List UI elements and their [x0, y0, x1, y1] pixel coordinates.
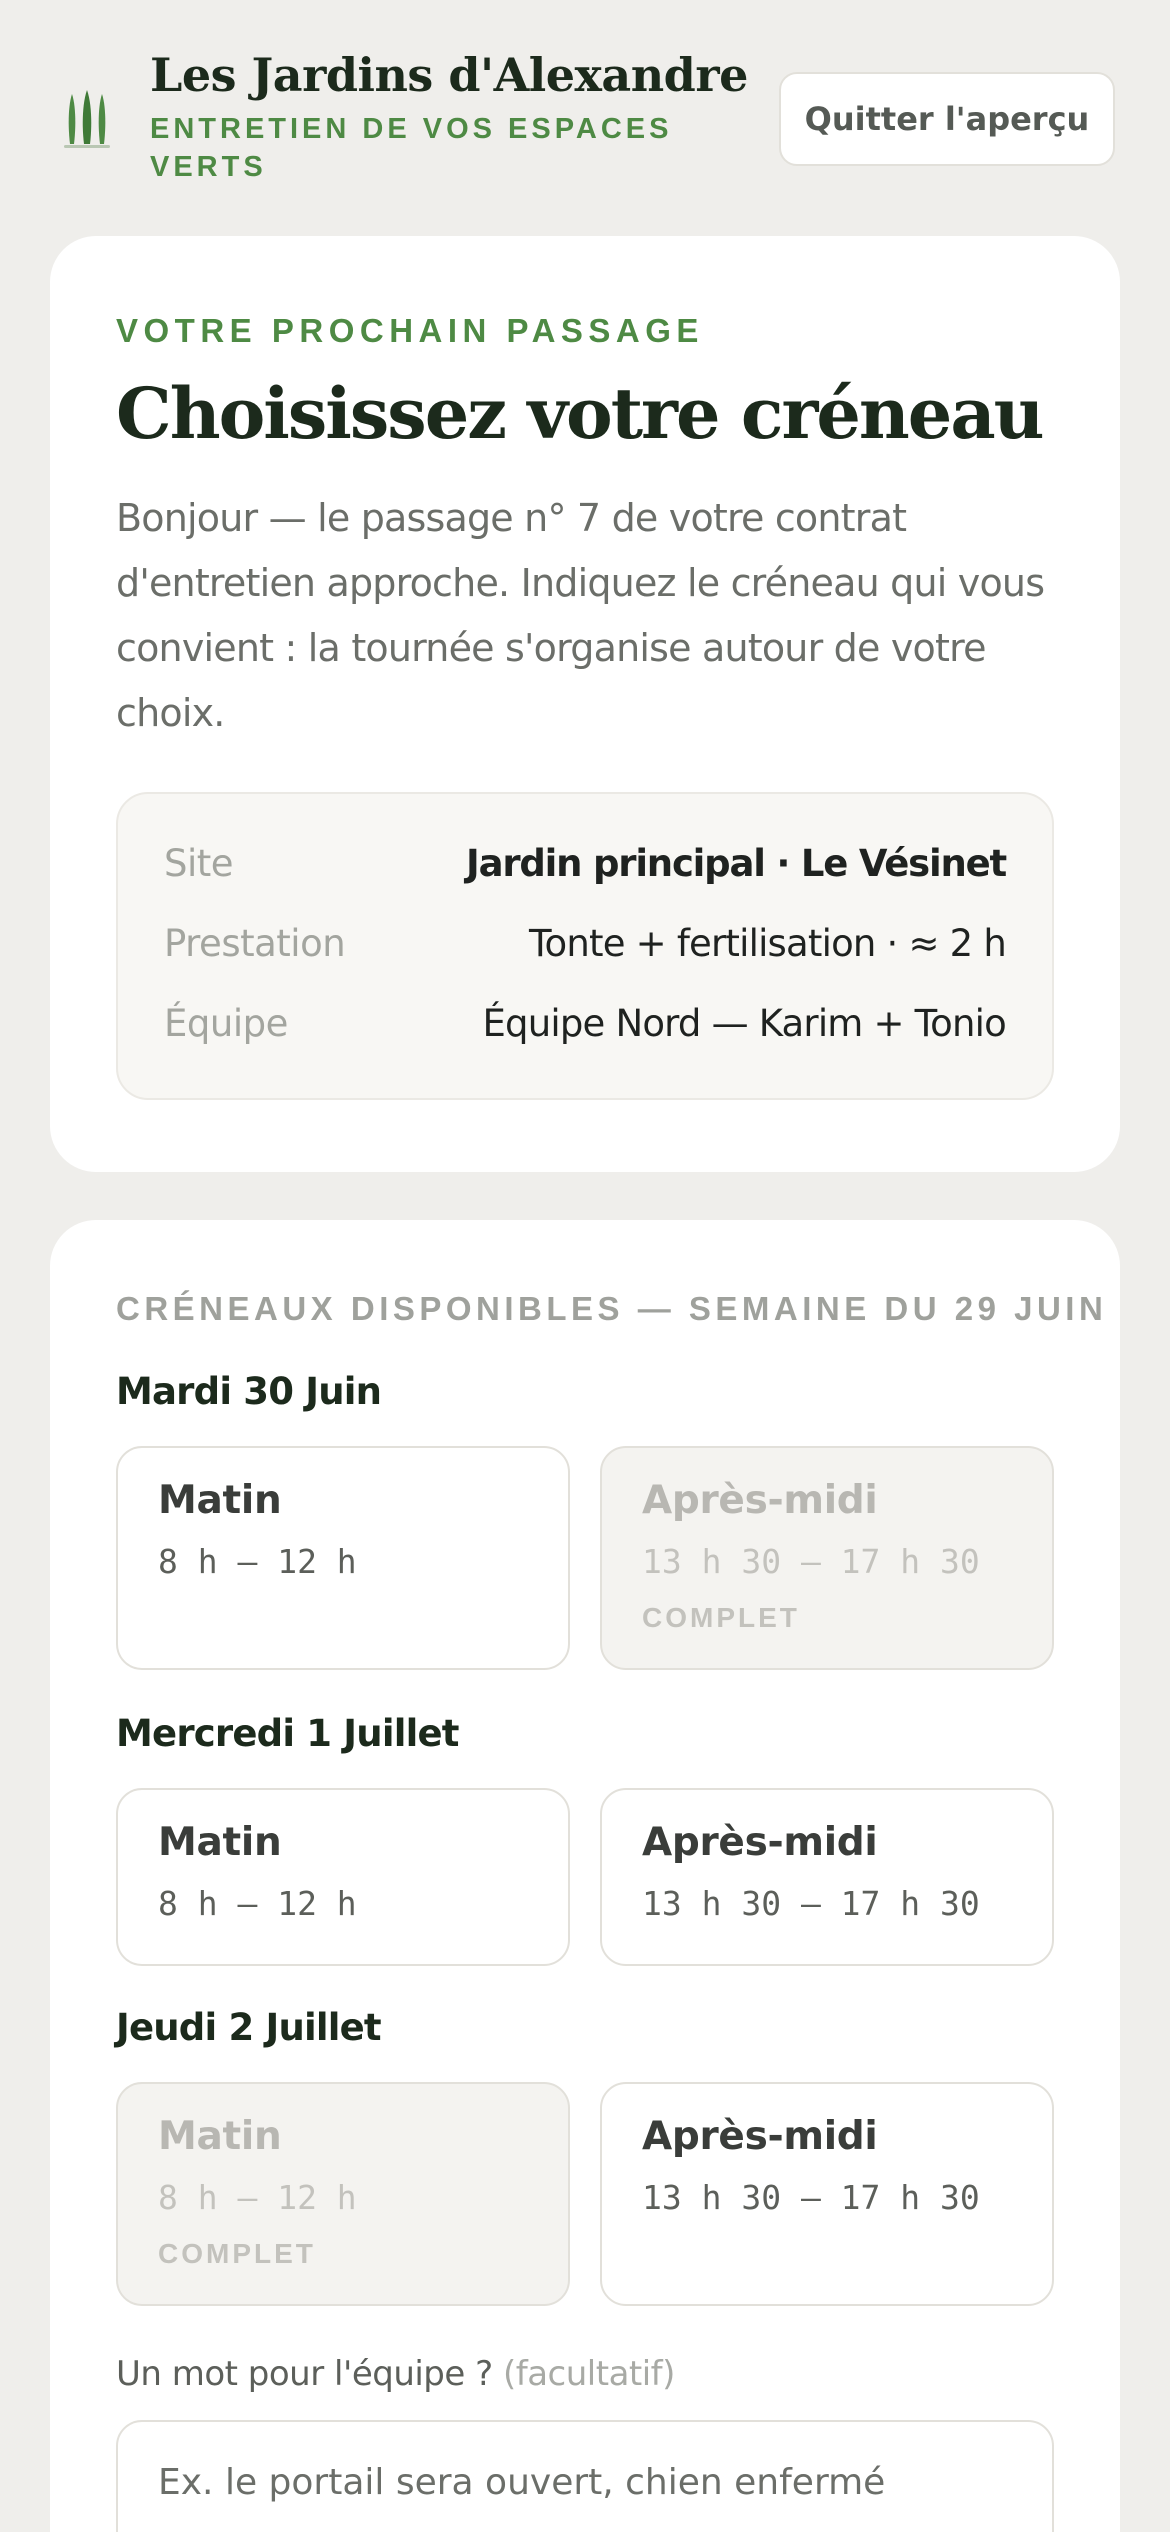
day-title: Mardi 30 Juin [116, 1370, 382, 1413]
note-label: Un mot pour l'équipe ? (facultatif) [116, 2354, 675, 2394]
slot-time: 13 h 30 – 17 h 30 [642, 1884, 980, 1923]
detail-row-service: Prestation Tonte + fertilisation · ≈ 2 h [164, 918, 1007, 968]
detail-row-site: Site Jardin principal · Le Vésinet [164, 838, 1007, 888]
slot-time: 13 h 30 – 17 h 30 [642, 2178, 980, 2217]
page-title: Choisissez votre créneau [116, 372, 1045, 455]
note-optional-hint: (facultatif) [502, 2354, 675, 2394]
eyebrow-label: VOTRE PROCHAIN PASSAGE [116, 312, 704, 349]
slot-time: 8 h – 12 h [158, 1884, 357, 1923]
slot-tue-afternoon: Après-midi 13 h 30 – 17 h 30 COMPLET [600, 1446, 1054, 1670]
intro-text: Bonjour — le passage n° 7 de votre contr… [116, 496, 1045, 735]
slot-tue-morning[interactable]: Matin 8 h – 12 h [116, 1446, 570, 1670]
slot-wed-morning[interactable]: Matin 8 h – 12 h [116, 1788, 570, 1966]
detail-label: Prestation [164, 921, 346, 965]
app-header: Les Jardins d'Alexandre ENTRETIEN DE VOS… [0, 0, 1170, 210]
slot-thu-afternoon[interactable]: Après-midi 13 h 30 – 17 h 30 [600, 2082, 1054, 2306]
slot-wed-afternoon[interactable]: Après-midi 13 h 30 – 17 h 30 [600, 1788, 1054, 1966]
slot-thu-morning: Matin 8 h – 12 h COMPLET [116, 2082, 570, 2306]
brand-subtitle: ENTRETIEN DE VOS ESPACES VERTS [150, 113, 673, 183]
slot-name: Matin [158, 1478, 282, 1523]
detail-label: Équipe [164, 1001, 288, 1045]
detail-label: Site [164, 841, 234, 885]
slot-full-badge: COMPLET [158, 2238, 316, 2269]
slot-name: Matin [158, 2114, 282, 2159]
slot-full-badge: COMPLET [642, 1602, 800, 1633]
visit-details-box: Site Jardin principal · Le Vésinet Prest… [116, 792, 1054, 1100]
day-title: Mercredi 1 Juillet [116, 1712, 459, 1755]
team-note-input[interactable] [116, 2420, 1054, 2532]
detail-value: Jardin principal · Le Vésinet [466, 841, 1007, 885]
detail-row-team: Équipe Équipe Nord — Karim + Tonio [164, 998, 1007, 1048]
intro-card: VOTRE PROCHAIN PASSAGE Choisissez votre … [50, 236, 1120, 1172]
slot-time: 13 h 30 – 17 h 30 [642, 1542, 980, 1581]
section-label: CRÉNEAUX DISPONIBLES — SEMAINE DU 29 JUI… [116, 1290, 1108, 1327]
slot-name: Matin [158, 1820, 282, 1865]
detail-value: Tonte + fertilisation · ≈ 2 h [529, 921, 1007, 965]
detail-value: Équipe Nord — Karim + Tonio [482, 1001, 1006, 1045]
slot-name: Après-midi [642, 2114, 878, 2159]
quit-preview-button[interactable]: Quitter l'aperçu [779, 72, 1115, 166]
slot-time: 8 h – 12 h [158, 2178, 357, 2217]
note-label-text: Un mot pour l'équipe ? [116, 2354, 493, 2394]
brand-title: Les Jardins d'Alexandre [150, 48, 748, 102]
slot-time: 8 h – 12 h [158, 1542, 357, 1581]
day-title: Jeudi 2 Juillet [116, 2006, 382, 2049]
slot-name: Après-midi [642, 1820, 878, 1865]
slot-name: Après-midi [642, 1478, 878, 1523]
slots-card: CRÉNEAUX DISPONIBLES — SEMAINE DU 29 JUI… [50, 1220, 1120, 2532]
cypress-trees-icon [64, 90, 110, 148]
